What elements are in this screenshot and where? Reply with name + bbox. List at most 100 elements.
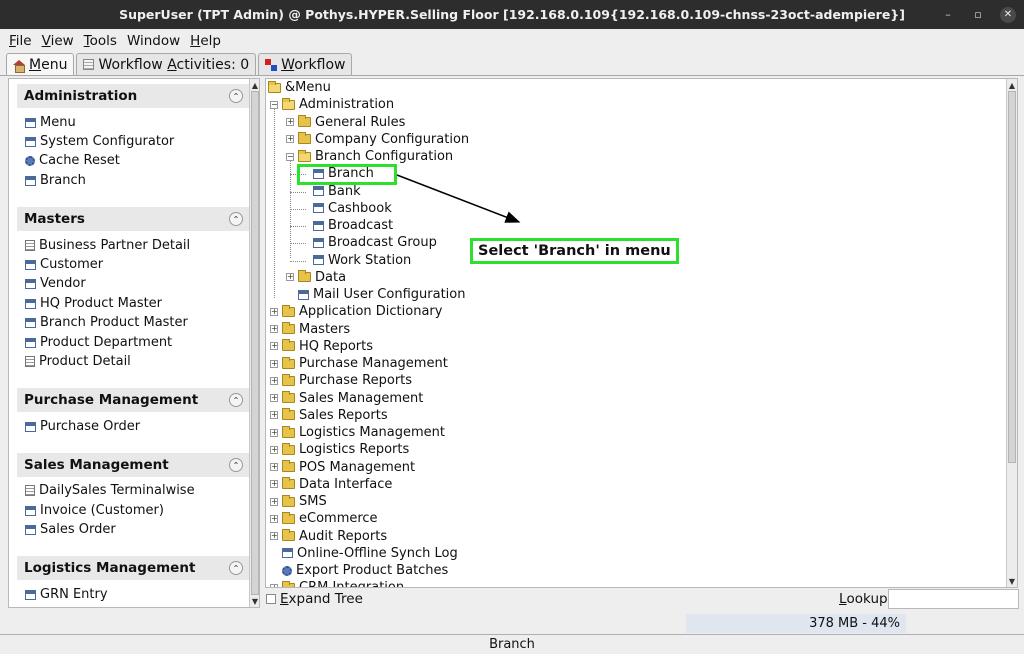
tree-node-hq-reports[interactable]: + HQ Reports: [270, 338, 373, 355]
tree-node-masters[interactable]: + Masters: [270, 321, 350, 338]
tree-node-logistics-reports[interactable]: + Logistics Reports: [270, 441, 409, 458]
expand-toggle-icon[interactable]: +: [270, 394, 278, 402]
shortcut-sales-order[interactable]: Sales Order: [25, 520, 116, 539]
shortcut-business-partner-detail[interactable]: Business Partner Detail: [25, 236, 190, 255]
shortcut-branch[interactable]: Branch: [25, 171, 86, 190]
shortcut-grn-entry[interactable]: GRN Entry: [25, 585, 108, 604]
shortcut-system-configurator[interactable]: System Configurator: [25, 132, 174, 151]
tab-menu[interactable]: Menu: [6, 53, 75, 76]
collapse-icon[interactable]: ⌃: [229, 458, 243, 472]
expand-tree-checkbox[interactable]: Expand Tree: [266, 590, 363, 608]
section-sales-management[interactable]: Sales Management ⌃: [17, 453, 249, 477]
expand-toggle-icon[interactable]: +: [286, 273, 294, 282]
tab-workflow-activities[interactable]: Workflow Activities: 0: [76, 53, 257, 75]
tree-node-cashbook[interactable]: Cashbook: [301, 200, 392, 217]
tree-node-logistics-management[interactable]: + Logistics Management: [270, 424, 445, 441]
collapse-icon[interactable]: ⌃: [229, 393, 243, 407]
scroll-up-icon[interactable]: ▲: [250, 80, 259, 90]
collapse-icon[interactable]: ⌃: [229, 561, 243, 575]
section-purchase-management[interactable]: Purchase Management ⌃: [17, 388, 249, 412]
tree-root-menu[interactable]: &Menu: [268, 79, 331, 96]
shortcut-invoice-customer[interactable]: Invoice (Customer): [25, 501, 164, 520]
expand-toggle-icon[interactable]: +: [270, 583, 278, 587]
tree-node-bank[interactable]: Bank: [301, 183, 361, 200]
lookup-input[interactable]: [888, 589, 1019, 609]
section-masters[interactable]: Masters ⌃: [17, 207, 249, 231]
scroll-up-icon[interactable]: ▲: [1007, 80, 1017, 90]
shortcut-cache-reset[interactable]: Cache Reset: [25, 151, 120, 170]
shortcut-purchase-order[interactable]: Purchase Order: [25, 417, 140, 436]
scroll-down-icon[interactable]: ▼: [250, 596, 259, 606]
expand-toggle-icon[interactable]: +: [270, 463, 278, 471]
tree-node-broadcast[interactable]: Broadcast: [301, 217, 393, 234]
expand-toggle-icon[interactable]: +: [270, 480, 278, 489]
expand-toggle-icon[interactable]: +: [270, 411, 278, 420]
section-logistics-management[interactable]: Logistics Management ⌃: [17, 556, 249, 580]
tree-node-ecommerce[interactable]: + eCommerce: [270, 510, 378, 527]
tree-node-audit-reports[interactable]: + Audit Reports: [270, 528, 387, 545]
collapse-toggle-icon[interactable]: −: [286, 152, 294, 161]
tree-node-application-dictionary[interactable]: + Application Dictionary: [270, 303, 442, 320]
expand-toggle-icon[interactable]: +: [270, 445, 278, 454]
window-icon: [313, 203, 324, 214]
tree-node-sales-management[interactable]: + Sales Management: [270, 390, 423, 407]
tree-node-administration[interactable]: − Administration: [270, 96, 394, 113]
tree-node-data-interface[interactable]: + Data Interface: [270, 476, 392, 493]
section-administration[interactable]: Administration ⌃: [17, 84, 249, 108]
tree-node-export-product-batches[interactable]: Export Product Batches: [270, 562, 448, 579]
shortcut-product-detail[interactable]: Product Detail: [25, 352, 131, 371]
collapse-icon[interactable]: ⌃: [229, 89, 243, 103]
menu-help[interactable]: Help: [185, 33, 226, 49]
shortcut-customer[interactable]: Customer: [25, 255, 103, 274]
left-panel-scrollbar[interactable]: ▲ ▼: [249, 79, 259, 607]
tree-node-online-offline-synch-log[interactable]: Online-Offline Synch Log: [270, 545, 458, 562]
tree-node-work-station[interactable]: Work Station: [301, 252, 411, 269]
scrollbar-thumb[interactable]: [1008, 91, 1016, 463]
close-icon[interactable]: ✕: [1000, 6, 1016, 23]
tree-node-broadcast-group[interactable]: Broadcast Group: [301, 234, 437, 251]
shortcut-branch-product-master[interactable]: Branch Product Master: [25, 313, 188, 332]
scroll-down-icon[interactable]: ▼: [1007, 576, 1017, 586]
shortcut-vendor[interactable]: Vendor: [25, 274, 86, 293]
menu-file[interactable]: File: [4, 33, 37, 49]
maximize-icon[interactable]: ▫: [970, 7, 986, 23]
tree-node-mail-user-configuration[interactable]: Mail User Configuration: [286, 286, 465, 303]
tree-node-purchase-management[interactable]: + Purchase Management: [270, 355, 448, 372]
expand-toggle-icon[interactable]: +: [286, 118, 294, 126]
tree-node-company-configuration[interactable]: + Company Configuration: [286, 131, 469, 148]
tree-node-sales-reports[interactable]: + Sales Reports: [270, 407, 388, 424]
expand-toggle-icon[interactable]: +: [270, 532, 278, 540]
tree-node-branch-configuration[interactable]: − Branch Configuration: [286, 148, 453, 165]
expand-toggle-icon[interactable]: +: [270, 497, 278, 506]
expand-toggle-icon[interactable]: +: [270, 514, 278, 523]
shortcut-menu[interactable]: Menu: [25, 113, 76, 132]
expand-toggle-icon[interactable]: +: [270, 428, 278, 437]
shortcut-hq-product-master[interactable]: HQ Product Master: [25, 294, 162, 313]
expand-toggle-icon[interactable]: +: [270, 359, 278, 368]
expand-toggle-icon[interactable]: +: [270, 342, 278, 351]
annotation-callout: Select 'Branch' in menu: [470, 238, 679, 264]
tree-node-sms[interactable]: + SMS: [270, 493, 327, 510]
tab-workflow[interactable]: Workflow: [258, 53, 353, 75]
memory-indicator[interactable]: 378 MB - 44%: [686, 614, 906, 633]
expand-toggle-icon[interactable]: +: [270, 376, 278, 385]
tree-node-crm-integration[interactable]: + CRM Integration: [270, 579, 404, 587]
checkbox-icon[interactable]: [266, 594, 276, 604]
collapse-icon[interactable]: ⌃: [229, 212, 243, 226]
menu-view[interactable]: View: [37, 33, 79, 49]
menu-window[interactable]: Window: [122, 33, 185, 49]
tree-node-general-rules[interactable]: + General Rules: [286, 114, 405, 131]
tree-node-purchase-reports[interactable]: + Purchase Reports: [270, 372, 412, 389]
shortcut-product-department[interactable]: Product Department: [25, 333, 172, 352]
scrollbar-thumb[interactable]: [251, 91, 259, 595]
tree-scrollbar[interactable]: ▲ ▼: [1006, 79, 1017, 587]
minimize-icon[interactable]: –: [940, 7, 956, 23]
expand-toggle-icon[interactable]: +: [286, 135, 294, 144]
tree-node-pos-management[interactable]: + POS Management: [270, 459, 415, 476]
shortcut-dailysales-terminalwise[interactable]: DailySales Terminalwise: [25, 481, 195, 500]
collapse-toggle-icon[interactable]: −: [270, 100, 278, 109]
expand-toggle-icon[interactable]: +: [270, 307, 278, 316]
tree-node-data[interactable]: + Data: [286, 269, 346, 286]
expand-toggle-icon[interactable]: +: [270, 325, 278, 333]
menu-tools[interactable]: Tools: [79, 33, 122, 49]
